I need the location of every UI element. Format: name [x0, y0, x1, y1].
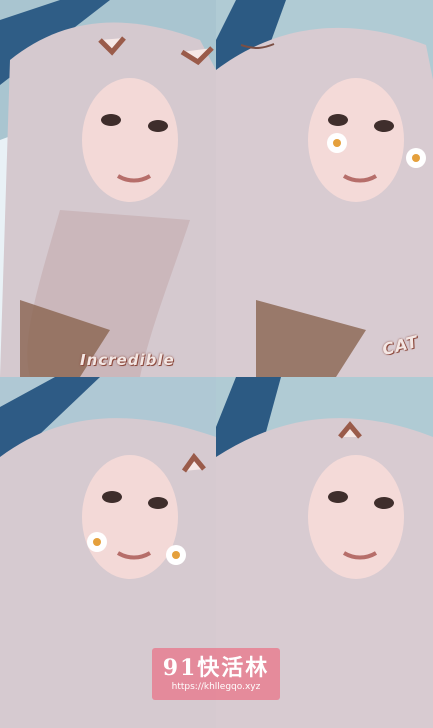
watermark-badge: 91快活林 https://khllegqo.xyz	[152, 648, 280, 700]
watermark-url: https://khllegqo.xyz	[171, 682, 261, 692]
flower-sticker-icon	[87, 532, 107, 552]
incredible-sticker-text: Incredible	[80, 351, 175, 369]
watermark-title: 91快活林	[162, 655, 270, 681]
selfie-photo	[216, 0, 433, 377]
flower-sticker-icon	[327, 133, 347, 153]
selfie-photo	[0, 0, 216, 377]
photo-panel-top-right	[216, 0, 433, 377]
photo-panel-top-left	[0, 0, 216, 377]
flower-sticker-icon	[166, 545, 186, 565]
photo-grid	[0, 0, 433, 728]
flower-sticker-icon	[406, 148, 426, 168]
